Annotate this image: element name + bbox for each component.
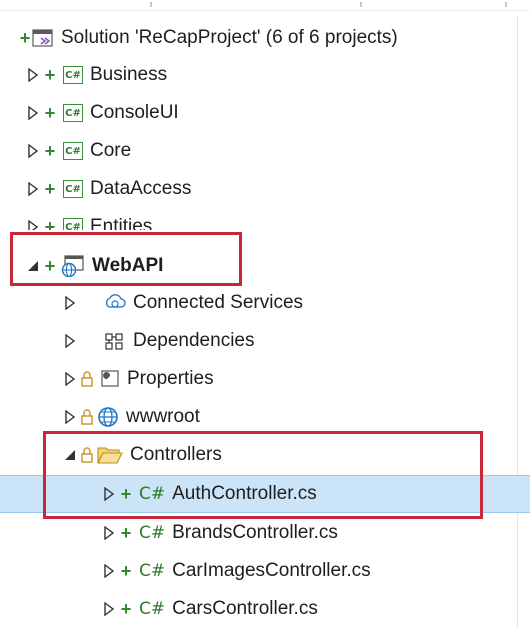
expand-arrow-icon[interactable] bbox=[64, 334, 76, 348]
lock-icon bbox=[81, 371, 93, 387]
tree-row-carscontroller[interactable]: + C# CarsController.cs bbox=[0, 591, 530, 627]
csharp-project-icon: C# bbox=[63, 142, 83, 160]
expand-arrow-icon[interactable] bbox=[27, 220, 39, 230]
project-label: Business bbox=[90, 64, 168, 85]
node-label: wwwroot bbox=[126, 406, 200, 427]
expand-arrow-icon[interactable] bbox=[103, 564, 115, 578]
pending-add-icon: + bbox=[44, 102, 56, 123]
solution-label: Solution 'ReCapProject' (6 of 6 projects… bbox=[61, 27, 398, 48]
file-label: BrandsController.cs bbox=[172, 522, 338, 543]
project-label: Entities bbox=[90, 216, 153, 230]
expand-arrow-icon[interactable] bbox=[64, 296, 76, 310]
expand-arrow-icon[interactable] bbox=[27, 68, 39, 82]
expand-arrow-icon[interactable] bbox=[64, 410, 76, 424]
pending-add-icon: + bbox=[44, 216, 56, 231]
connected-services-icon bbox=[105, 294, 126, 308]
project-label: ConsoleUI bbox=[90, 102, 179, 123]
tree-row-properties[interactable]: Properties bbox=[0, 361, 530, 397]
solution-explorer-tree: + Solution 'ReCapProject' (6 of 6 projec… bbox=[0, 0, 530, 634]
expand-arrow-icon[interactable] bbox=[64, 372, 76, 386]
pending-add-icon: + bbox=[44, 178, 56, 199]
csharp-project-icon: C# bbox=[63, 66, 83, 84]
node-label: Connected Services bbox=[133, 292, 304, 313]
solution-icon bbox=[32, 29, 53, 47]
csharp-file-icon: C# bbox=[139, 523, 166, 543]
expand-arrow-icon[interactable] bbox=[27, 106, 39, 120]
highlight-box-controllers bbox=[43, 431, 483, 519]
highlight-box-webapi bbox=[10, 232, 242, 286]
tree-row-carimagescontroller[interactable]: + C# CarImagesController.cs bbox=[0, 553, 530, 589]
project-label: Core bbox=[90, 140, 132, 161]
csharp-project-icon: C# bbox=[63, 218, 83, 230]
tree-row-dependencies[interactable]: Dependencies bbox=[0, 323, 530, 359]
csharp-file-icon: C# bbox=[139, 599, 166, 619]
tree-row-solution[interactable]: + Solution 'ReCapProject' (6 of 6 projec… bbox=[0, 20, 530, 56]
pending-add-icon: + bbox=[19, 27, 31, 48]
expand-arrow-icon[interactable] bbox=[103, 602, 115, 616]
tree-row-project-entities[interactable]: + C# Entities bbox=[0, 206, 530, 230]
pending-add-icon: + bbox=[120, 598, 132, 619]
dependencies-icon bbox=[105, 333, 123, 350]
pending-add-icon: + bbox=[120, 560, 132, 581]
pending-add-icon: + bbox=[44, 64, 56, 85]
properties-wrench-icon bbox=[99, 370, 119, 387]
tree-row-project-core[interactable]: + C# Core bbox=[0, 133, 530, 169]
globe-icon bbox=[98, 407, 118, 427]
expand-arrow-icon[interactable] bbox=[27, 182, 39, 196]
expand-arrow-icon[interactable] bbox=[27, 144, 39, 158]
csharp-project-icon: C# bbox=[63, 104, 83, 122]
expand-arrow-icon[interactable] bbox=[103, 526, 115, 540]
tree-row-project-dataaccess[interactable]: + C# DataAccess bbox=[0, 171, 530, 207]
csharp-project-icon: C# bbox=[63, 180, 83, 198]
tree-row-project-business[interactable]: + C# Business bbox=[0, 57, 530, 93]
tree-row-connected-services[interactable]: Connected Services bbox=[0, 285, 530, 321]
project-label: DataAccess bbox=[90, 178, 192, 199]
tree-row-brandscontroller[interactable]: + C# BrandsController.cs bbox=[0, 515, 530, 551]
pending-add-icon: + bbox=[120, 522, 132, 543]
csharp-file-icon: C# bbox=[139, 561, 166, 581]
tree-row-project-consoleui[interactable]: + C# ConsoleUI bbox=[0, 95, 530, 131]
node-label: Properties bbox=[127, 368, 214, 389]
node-label: Dependencies bbox=[133, 330, 255, 351]
pending-add-icon: + bbox=[44, 140, 56, 161]
file-label: CarsController.cs bbox=[172, 598, 318, 619]
lock-icon bbox=[81, 409, 93, 425]
file-label: CarImagesController.cs bbox=[172, 560, 371, 581]
tree-row-wwwroot[interactable]: wwwroot bbox=[0, 399, 530, 435]
